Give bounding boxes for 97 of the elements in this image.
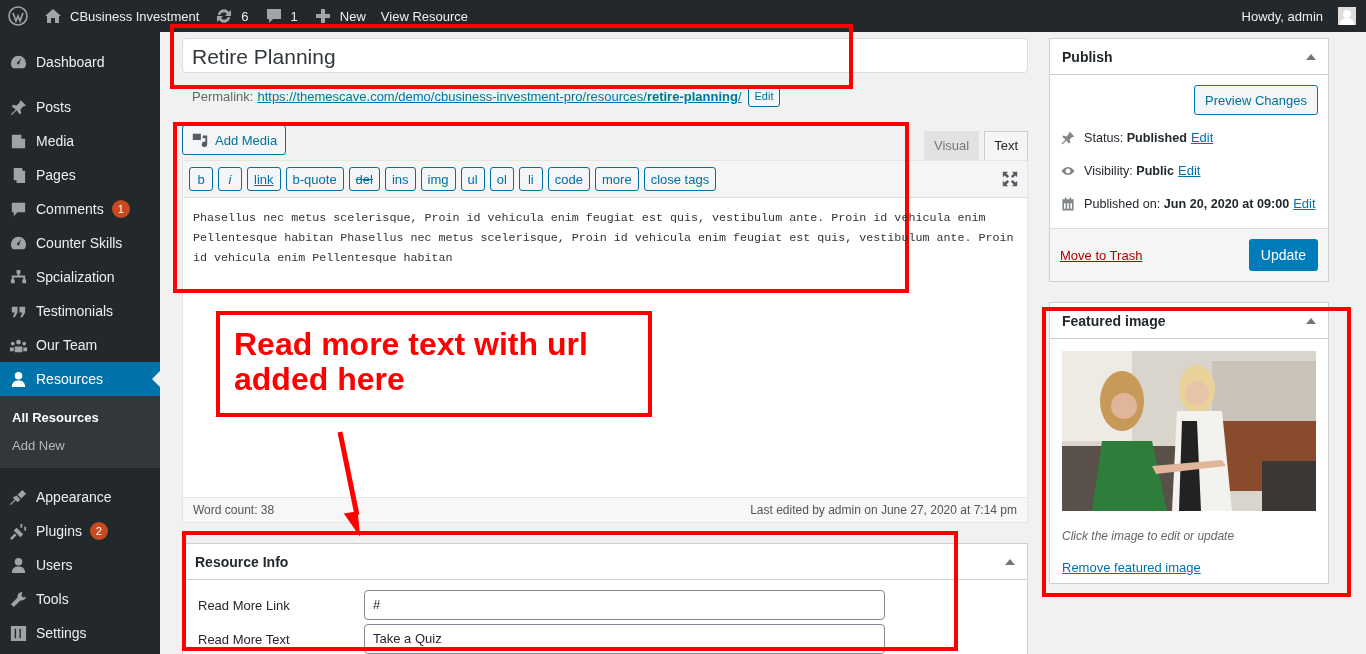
menu-label: Dashboard — [36, 54, 105, 70]
quicktag-button[interactable]: code — [547, 167, 590, 191]
menu-item[interactable]: Our Team — [0, 328, 160, 362]
menu-label: Media — [36, 133, 75, 149]
panel-title: Featured image — [1062, 312, 1166, 329]
quicktag-button[interactable]: more — [595, 167, 639, 191]
site-name-link[interactable]: CBusiness Investment — [70, 8, 200, 24]
panel-title: Resource Info — [195, 553, 289, 570]
fullscreen-icon[interactable] — [1001, 170, 1019, 188]
menu-label: Our Team — [36, 337, 98, 353]
menu-item[interactable]: Tools — [0, 582, 160, 616]
collapse-icon[interactable] — [1306, 53, 1316, 60]
title-field[interactable]: Retire Planning — [182, 38, 1028, 73]
view-resource-link[interactable]: View Resource — [380, 8, 469, 24]
quicktag-button[interactable]: i — [218, 167, 242, 191]
brush-icon — [9, 487, 28, 507]
menu-label: Users — [36, 557, 73, 573]
quicktag-button[interactable]: b — [189, 167, 213, 191]
menu-label: Pages — [36, 167, 76, 183]
count-badge: 2 — [89, 522, 108, 540]
permalink-link[interactable]: https://themescave.com/demo/cbusiness-investment-pro/resources/retire-planning/ — [257, 88, 742, 104]
sliders-icon — [9, 623, 28, 643]
add-media-button[interactable]: Add Media — [182, 125, 287, 155]
menu-item[interactable]: Comments 1 — [0, 192, 160, 226]
permalink-label: Permalink: — [192, 88, 254, 104]
publish-info: Published on: Jun 20, 2020 at 09:00 — [1084, 196, 1290, 213]
field-label: Read More Text — [198, 631, 291, 647]
quicktag-button[interactable]: ins — [384, 167, 416, 191]
menu-label: Settings — [36, 625, 87, 641]
menu-item[interactable]: Settings — [0, 616, 160, 650]
quicktag-button[interactable]: del — [348, 167, 380, 191]
menu-label: Plugins — [36, 523, 82, 539]
menu-item[interactable]: Spcialization — [0, 260, 160, 294]
update-button[interactable]: Update — [1248, 239, 1318, 271]
quicktag-button[interactable]: ol — [489, 167, 514, 191]
comments-count[interactable]: 1 — [290, 8, 298, 24]
menu-label: Appearance — [36, 489, 112, 505]
menu-item[interactable]: Counter Skills — [0, 226, 160, 260]
input-field[interactable]: # — [364, 590, 885, 620]
submenu-item[interactable]: Add New — [0, 432, 160, 460]
menu-item[interactable]: Users — [0, 548, 160, 582]
quicktag-button[interactable]: img — [420, 167, 456, 191]
plug-icon — [9, 521, 28, 541]
edit-link[interactable]: Edit — [1190, 128, 1214, 148]
edit-link[interactable]: Edit — [1293, 194, 1316, 214]
menu-label: Spcialization — [36, 269, 115, 285]
input-field[interactable]: Take a Quiz — [364, 624, 885, 654]
quicktag-button[interactable]: li — [518, 167, 543, 191]
greeting-link[interactable]: Howdy, admin — [1241, 8, 1323, 24]
image-caption: Click the image to edit or update — [1062, 529, 1236, 543]
editor-tab[interactable]: Text — [984, 131, 1028, 160]
new-link[interactable]: New — [339, 8, 366, 24]
annotation-callout: Read more text with url added here — [216, 311, 652, 417]
menu-item[interactable]: Posts — [0, 90, 160, 124]
menu-item[interactable]: Resources — [0, 362, 160, 396]
edit-link[interactable]: Edit — [1178, 161, 1201, 181]
quicktag-button[interactable]: b-quote — [285, 167, 344, 191]
quicktag-button[interactable]: ul — [460, 167, 485, 191]
panel-title: Publish — [1062, 48, 1113, 65]
calendar-icon — [1060, 196, 1076, 212]
field-label: Read More Link — [198, 597, 291, 613]
pushpin-icon — [9, 97, 28, 117]
menu-item[interactable]: Media — [0, 124, 160, 158]
publish-info: Visibility: Public — [1084, 163, 1175, 180]
media-icon — [191, 131, 209, 149]
collapse-icon[interactable] — [1005, 558, 1015, 565]
menu-label: Counter Skills — [36, 235, 123, 251]
publish-info: Status: Published — [1084, 130, 1187, 147]
menu-item[interactable]: Testimonials — [0, 294, 160, 328]
menu-label: Posts — [36, 99, 71, 115]
menu-label: Testimonials — [36, 303, 114, 319]
preview-changes-button[interactable]: Preview Changes — [1194, 85, 1318, 115]
word-count: Word count: 38 — [193, 503, 275, 517]
quicktag-button[interactable]: close tags — [643, 167, 717, 191]
home-icon[interactable] — [43, 6, 63, 26]
collapse-icon[interactable] — [1306, 317, 1316, 324]
updates-count[interactable]: 6 — [241, 8, 249, 24]
wordpress-logo-icon[interactable] — [8, 6, 28, 26]
move-to-trash-link[interactable]: Move to Trash — [1060, 247, 1143, 263]
current-pointer-icon — [152, 371, 160, 387]
quicktag-button[interactable]: link — [247, 167, 281, 191]
menu-item[interactable]: Dashboard — [0, 45, 160, 79]
person-icon — [9, 555, 28, 575]
menu-label: Comments — [36, 201, 104, 217]
menu-item[interactable]: Pages — [0, 158, 160, 192]
menu-item[interactable]: Plugins 2 — [0, 514, 160, 548]
editor-tab[interactable]: Visual — [923, 131, 980, 160]
count-badge: 1 — [111, 200, 130, 218]
submenu-item[interactable]: All Resources — [0, 404, 160, 432]
menu-label: Resources — [36, 371, 103, 387]
last-edited-note: Last edited by admin on June 27, 2020 at 7:14 pm — [750, 503, 1017, 517]
person-icon — [9, 369, 28, 389]
remove-featured-image-link[interactable]: Remove featured image — [1062, 560, 1201, 575]
menu-item[interactable]: Appearance — [0, 480, 160, 514]
pushpin-icon — [1060, 130, 1076, 146]
wrench-icon — [9, 589, 28, 609]
menu-label: Tools — [36, 591, 69, 607]
